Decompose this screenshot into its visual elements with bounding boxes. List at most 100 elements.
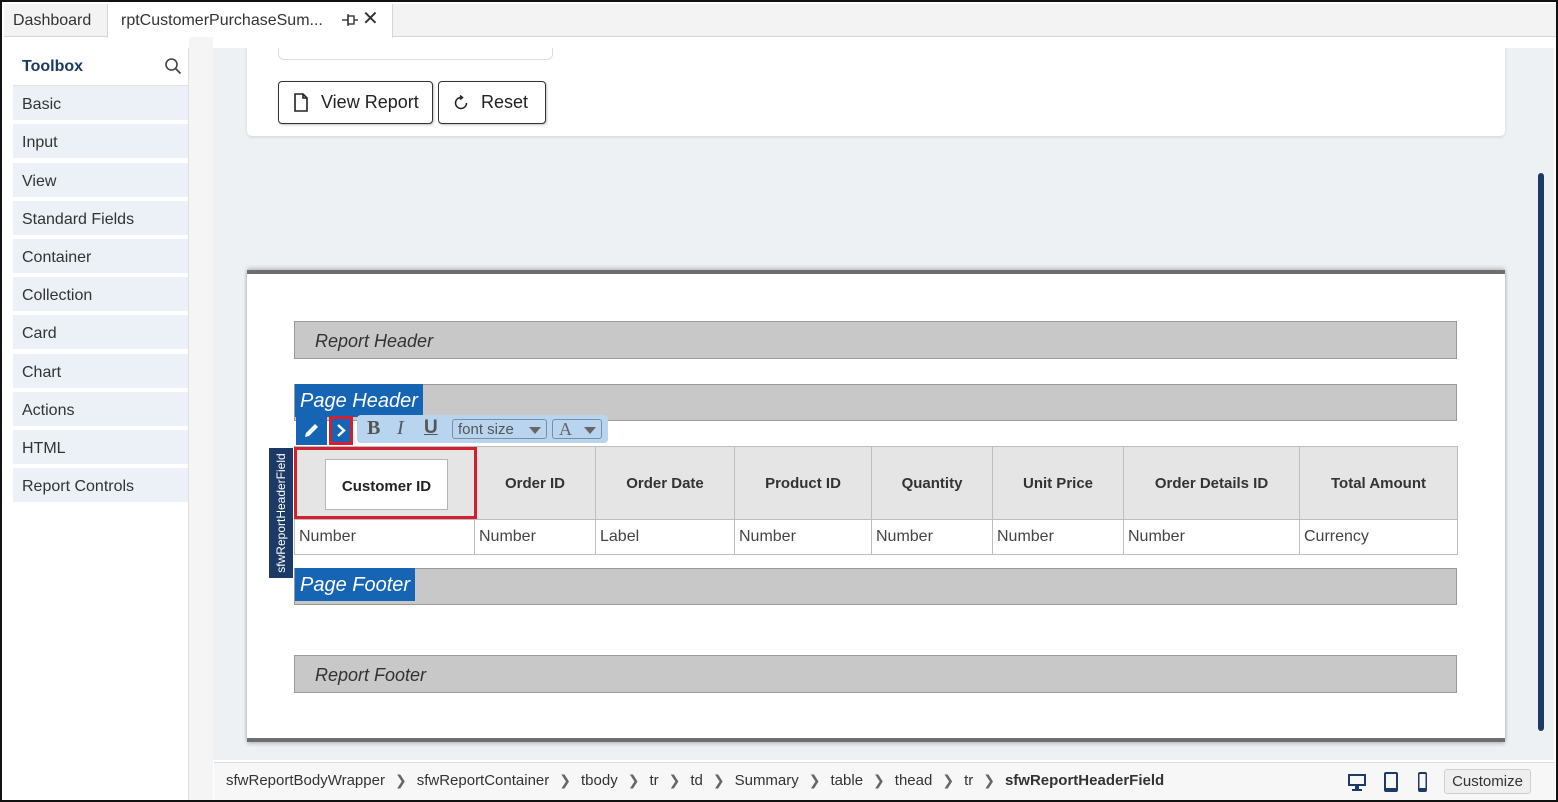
report-footer-band[interactable]: Report Footer — [294, 655, 1457, 693]
table-cell[interactable]: Label — [595, 519, 735, 555]
reset-label: Reset — [481, 92, 529, 112]
chevron-right-icon: ❯ — [627, 772, 640, 788]
tab-label: rptCustomerPurchaseSum... — [121, 12, 323, 29]
chevron-right-icon: ❯ — [873, 772, 885, 788]
app-window: Dashboard rptCustomerPurchaseSum... ✕ To… — [0, 0, 1558, 802]
status-bar: sfwReportBodyWrapper ❯ sfwReportContainer… — [214, 762, 1555, 800]
bold-button[interactable]: B — [367, 417, 380, 440]
toolbox-header: Toolbox — [13, 48, 188, 86]
font-color-glyph: A — [559, 419, 572, 439]
table-row: Number Number Label Number Number Number… — [294, 519, 1458, 555]
tab-label: Dashboard — [13, 11, 92, 29]
chevron-right-icon: ❯ — [559, 772, 571, 788]
reset-button[interactable]: Reset — [438, 81, 546, 124]
breadcrumb: sfwReportBodyWrapper ❯ sfwReportContainer… — [226, 772, 1164, 789]
table-cell[interactable]: Number — [294, 519, 475, 555]
format-toolbar: B I U font size A — [296, 415, 608, 445]
pencil-icon — [305, 424, 318, 437]
toolbox-item-collection[interactable]: Collection — [13, 277, 188, 313]
selected-header-field[interactable]: Customer ID — [294, 447, 477, 519]
column-header[interactable]: Unit Price — [992, 446, 1124, 520]
toolbox-title: Toolbox — [22, 58, 84, 75]
tab-bar: Dashboard rptCustomerPurchaseSum... ✕ — [4, 4, 1556, 38]
edit-button[interactable] — [296, 417, 327, 445]
page-footer-label: Page Footer — [295, 568, 416, 601]
breadcrumb-item[interactable]: sfwReportBodyWrapper — [226, 772, 385, 789]
font-size-placeholder: font size — [458, 421, 514, 438]
chevron-down-icon — [529, 427, 541, 434]
report-header-band[interactable]: Report Header — [294, 321, 1457, 359]
desktop-icon[interactable] — [1346, 771, 1368, 793]
customize-button[interactable]: Customize — [1444, 769, 1531, 794]
toolbox-item-standard-fields[interactable]: Standard Fields — [13, 201, 188, 237]
refresh-icon — [454, 94, 468, 109]
column-header[interactable]: Total Amount — [1299, 446, 1458, 520]
customer-id-header[interactable]: Customer ID — [325, 459, 448, 510]
table-cell[interactable]: Number — [871, 519, 993, 555]
chevron-right-icon: ❯ — [394, 772, 407, 788]
report-header-label: Report Header — [315, 331, 434, 351]
font-size-select[interactable]: font size — [452, 419, 547, 439]
chevron-right-icon: ❯ — [808, 772, 821, 788]
breadcrumb-item[interactable]: td — [690, 772, 703, 789]
parameter-card: View Report Reset — [247, 48, 1505, 136]
chevron-right-icon: ❯ — [668, 772, 681, 788]
column-header[interactable]: Quantity — [871, 446, 993, 520]
toolbox-item-view[interactable]: View — [13, 163, 188, 199]
table-cell[interactable]: Number — [1123, 519, 1300, 555]
chevron-right-icon — [337, 424, 346, 437]
italic-button[interactable]: I — [397, 417, 404, 440]
format-options: B I U font size A — [357, 415, 608, 443]
toolbox-item-input[interactable]: Input — [13, 124, 188, 160]
selected-element-tag: sfwReportHeaderField — [269, 448, 293, 578]
column-header[interactable]: Order Details ID — [1123, 446, 1300, 520]
chevron-right-icon: ❯ — [712, 772, 725, 788]
breadcrumb-item[interactable]: table — [831, 772, 864, 789]
column-header[interactable]: Order ID — [474, 446, 596, 520]
chevron-right-icon: ❯ — [942, 772, 955, 788]
breadcrumb-item[interactable]: thead — [895, 772, 933, 789]
toolbox-item-chart[interactable]: Chart — [13, 354, 188, 390]
tablet-icon[interactable] — [1380, 771, 1402, 793]
view-report-button[interactable]: View Report — [278, 81, 433, 124]
table-cell[interactable]: Number — [734, 519, 872, 555]
toolbox-item-card[interactable]: Card — [13, 315, 188, 351]
toolbox-item-report-controls[interactable]: Report Controls — [13, 468, 188, 504]
page-footer-band[interactable] — [294, 568, 1457, 605]
table-cell[interactable]: Currency — [1299, 519, 1458, 555]
vertical-scrollbar[interactable] — [1538, 173, 1544, 731]
column-header[interactable]: Order Date — [595, 446, 735, 520]
table-cell[interactable]: Number — [474, 519, 596, 555]
breadcrumb-item[interactable]: sfwReportContainer — [417, 772, 550, 789]
view-report-label: View Report — [321, 92, 419, 112]
tab-report-designer[interactable]: rptCustomerPurchaseSum... ✕ — [107, 4, 393, 38]
page-header-label: Page Header — [295, 384, 423, 417]
toolbox-panel: Toolbox Basic Input View Standard Fields… — [13, 48, 189, 800]
table-cell[interactable]: Number — [992, 519, 1124, 555]
breadcrumb-item[interactable]: tr — [649, 772, 658, 789]
parameter-input[interactable] — [278, 48, 553, 60]
underline-button[interactable]: U — [424, 417, 438, 439]
mobile-icon[interactable] — [1411, 771, 1433, 793]
toolbox-item-container[interactable]: Container — [13, 239, 188, 275]
breadcrumb-item[interactable]: tbody — [581, 772, 618, 789]
font-color-select[interactable]: A — [552, 419, 602, 439]
close-icon[interactable]: ✕ — [362, 9, 379, 29]
chevron-down-icon — [584, 427, 596, 434]
column-header[interactable]: Product ID — [734, 446, 872, 520]
chevron-right-icon: ❯ — [983, 772, 995, 788]
breadcrumb-item[interactable]: Summary — [735, 772, 799, 789]
search-icon[interactable] — [164, 57, 182, 75]
breadcrumb-item[interactable]: tr — [964, 772, 973, 789]
pin-icon[interactable] — [341, 12, 359, 28]
selected-element-name: sfwReportHeaderField — [274, 453, 288, 573]
document-icon — [294, 93, 308, 112]
toolbox-item-basic[interactable]: Basic — [13, 86, 188, 122]
toolbox-item-actions[interactable]: Actions — [13, 392, 188, 428]
splitter[interactable] — [189, 37, 213, 800]
tab-dashboard[interactable]: Dashboard — [4, 4, 100, 37]
breadcrumb-current[interactable]: sfwReportHeaderField — [1005, 772, 1164, 789]
report-footer-label: Report Footer — [315, 665, 427, 685]
toolbox-item-html[interactable]: HTML — [13, 430, 188, 466]
expand-toolbar-button[interactable] — [329, 416, 353, 445]
